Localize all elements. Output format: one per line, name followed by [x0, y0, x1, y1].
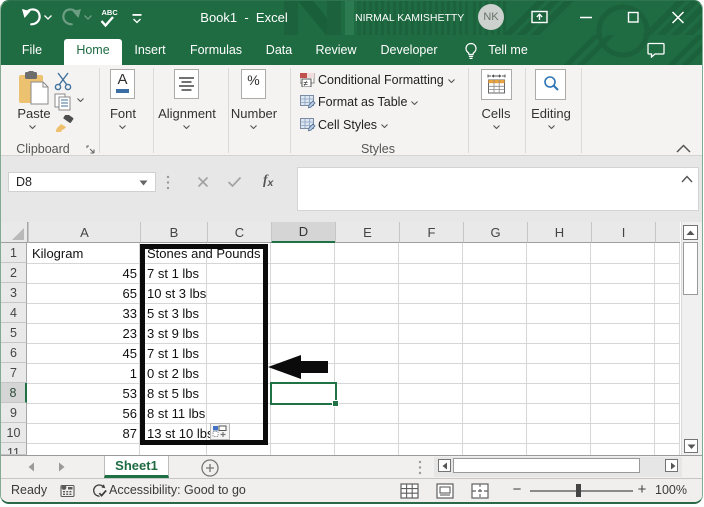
svg-text:ABC: ABC — [102, 8, 119, 17]
svg-text:≠: ≠ — [304, 79, 309, 87]
